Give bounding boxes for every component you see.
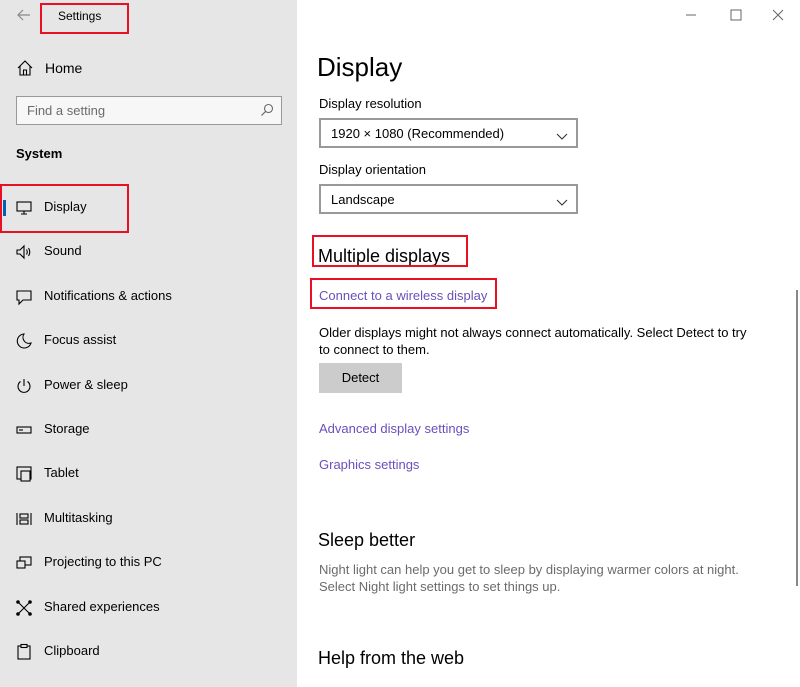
help-heading: Help from the web bbox=[318, 648, 465, 668]
sidebar-item-storage[interactable]: Storage bbox=[0, 408, 297, 452]
sidebar: Settings Home Find a setting System Disp… bbox=[0, 0, 297, 687]
search-placeholder: Find a setting bbox=[27, 103, 106, 118]
sidebar-item-clipboard[interactable]: Clipboard bbox=[0, 630, 297, 674]
maximize-icon[interactable] bbox=[727, 6, 745, 24]
home-label: Home bbox=[45, 60, 83, 76]
sidebar-item-label: Projecting to this PC bbox=[44, 554, 162, 569]
search-icon bbox=[260, 103, 274, 117]
sidebar-item-label: Sound bbox=[44, 243, 82, 258]
highlight-box bbox=[0, 184, 129, 233]
sidebar-item-label: Tablet bbox=[44, 465, 79, 480]
page-title: Display bbox=[317, 52, 403, 82]
scrollbar[interactable] bbox=[796, 290, 798, 586]
home-nav-item[interactable]: Home bbox=[0, 52, 297, 84]
chevron-down-icon bbox=[556, 128, 568, 140]
older-displays-text: Older displays might not always connect … bbox=[319, 325, 747, 357]
moon-icon bbox=[15, 332, 33, 350]
sidebar-item-shared-experiences[interactable]: Shared experiences bbox=[0, 586, 297, 630]
sleep-better-text: Night light can help you get to sleep by… bbox=[319, 562, 739, 594]
notification-icon bbox=[15, 288, 33, 306]
sidebar-item-label: Focus assist bbox=[44, 332, 117, 347]
sidebar-item-tablet[interactable]: Tablet bbox=[0, 452, 297, 496]
detect-button[interactable]: Detect bbox=[319, 363, 402, 393]
sidebar-item-label: Power & sleep bbox=[44, 377, 128, 392]
multitasking-icon bbox=[15, 510, 33, 528]
orientation-dropdown[interactable]: Landscape bbox=[319, 184, 578, 214]
shared-experiences-icon bbox=[15, 599, 33, 617]
back-arrow-icon[interactable] bbox=[14, 6, 34, 24]
clipboard-icon bbox=[15, 643, 33, 661]
sidebar-item-notifications[interactable]: Notifications & actions bbox=[0, 275, 297, 319]
tablet-icon bbox=[15, 465, 33, 483]
projecting-icon bbox=[15, 554, 33, 572]
highlight-box bbox=[312, 235, 468, 267]
sidebar-item-label: Shared experiences bbox=[44, 599, 160, 614]
section-label-system: System bbox=[16, 146, 63, 161]
advanced-display-settings-link[interactable]: Advanced display settings bbox=[319, 421, 469, 436]
sidebar-item-power-sleep[interactable]: Power & sleep bbox=[0, 364, 297, 408]
sidebar-item-multitasking[interactable]: Multitasking bbox=[0, 497, 297, 541]
highlight-box bbox=[310, 278, 497, 309]
main-content: Display Display resolution 1920 × 1080 (… bbox=[297, 0, 800, 687]
search-input[interactable]: Find a setting bbox=[16, 96, 282, 125]
sidebar-item-label: Storage bbox=[44, 421, 90, 436]
sidebar-item-label: Multitasking bbox=[44, 510, 113, 525]
close-icon[interactable] bbox=[769, 6, 787, 24]
sidebar-item-focus-assist[interactable]: Focus assist bbox=[0, 319, 297, 363]
sidebar-item-label: Clipboard bbox=[44, 643, 100, 658]
sidebar-item-sound[interactable]: Sound bbox=[0, 230, 297, 274]
minimize-icon[interactable] bbox=[682, 6, 700, 24]
home-icon bbox=[16, 59, 34, 77]
chevron-down-icon bbox=[556, 194, 568, 206]
speaker-icon bbox=[15, 243, 33, 261]
power-icon bbox=[15, 377, 33, 395]
orientation-value: Landscape bbox=[331, 192, 395, 207]
sidebar-item-label: Notifications & actions bbox=[44, 288, 172, 303]
graphics-settings-link[interactable]: Graphics settings bbox=[319, 457, 419, 472]
orientation-label: Display orientation bbox=[319, 162, 426, 177]
sleep-better-heading: Sleep better bbox=[318, 530, 416, 550]
sidebar-item-projecting[interactable]: Projecting to this PC bbox=[0, 541, 297, 585]
resolution-dropdown[interactable]: 1920 × 1080 (Recommended) bbox=[319, 118, 578, 148]
resolution-value: 1920 × 1080 (Recommended) bbox=[331, 126, 505, 141]
resolution-label: Display resolution bbox=[319, 96, 422, 111]
storage-icon bbox=[15, 421, 33, 439]
highlight-box bbox=[40, 3, 129, 34]
